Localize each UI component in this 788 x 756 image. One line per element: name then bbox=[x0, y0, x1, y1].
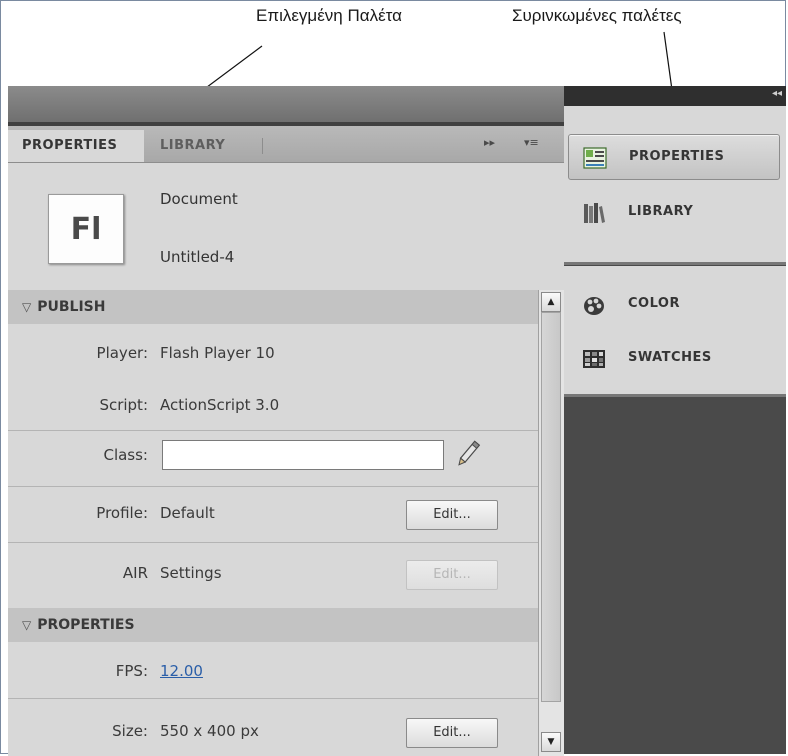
vertical-scrollbar[interactable]: ▲ ▼ bbox=[538, 290, 564, 756]
fps-value[interactable]: 12.00 bbox=[160, 662, 203, 680]
scroll-down-arrow-icon[interactable]: ▼ bbox=[541, 732, 561, 752]
tab-separator bbox=[262, 138, 263, 154]
panel-content: ▽ PUBLISH Player: Flash Player 10 Script:… bbox=[8, 290, 538, 756]
profile-value: Default bbox=[160, 504, 215, 522]
properties-icon bbox=[583, 147, 607, 169]
dock-group-color-swatches: COLOR SWATCHES bbox=[564, 266, 786, 397]
collapse-triangle-icon[interactable]: ▽ bbox=[22, 608, 31, 642]
library-icon bbox=[584, 203, 605, 223]
dock-item-library[interactable]: LIBRARY bbox=[568, 190, 780, 236]
size-edit-button[interactable]: Edit... bbox=[406, 718, 498, 748]
dock-label-library: LIBRARY bbox=[628, 204, 694, 219]
dock-group-properties-library: PROPERTIES LIBRARY bbox=[564, 106, 786, 265]
player-value: Flash Player 10 bbox=[160, 344, 275, 362]
dock-title-bar[interactable]: ◂◂ bbox=[564, 86, 786, 106]
row-divider bbox=[8, 486, 538, 487]
dock-item-color[interactable]: COLOR bbox=[568, 282, 780, 328]
panel-menu-icon[interactable]: ▾≡ bbox=[524, 136, 539, 149]
scroll-up-arrow-icon[interactable]: ▲ bbox=[541, 292, 561, 312]
properties-section-header[interactable]: ▽ PROPERTIES bbox=[8, 608, 538, 642]
panel-tab-row: PROPERTIES LIBRARY ▸▸ ▾≡ bbox=[8, 126, 564, 163]
air-settings-label: Settings bbox=[160, 564, 222, 582]
tab-library[interactable]: LIBRARY bbox=[154, 130, 264, 162]
color-icon bbox=[584, 297, 604, 315]
flash-document-icon: Fl bbox=[48, 194, 124, 264]
expand-panels-icon[interactable]: ◂◂ bbox=[772, 88, 782, 99]
properties-section-title: PROPERTIES bbox=[37, 617, 135, 633]
collapse-triangle-icon[interactable]: ▽ bbox=[22, 290, 31, 324]
fps-label: FPS: bbox=[115, 662, 148, 680]
dock-label-properties: PROPERTIES bbox=[629, 149, 725, 164]
profile-label: Profile: bbox=[96, 504, 148, 522]
class-label: Class: bbox=[103, 446, 148, 464]
air-settings-edit-button[interactable]: Edit... bbox=[406, 560, 498, 590]
collapsed-palettes-dock: ◂◂ PROPERTIES LIBRARY COLOR SWATCHES bbox=[564, 86, 786, 754]
properties-panel: PROPERTIES LIBRARY ▸▸ ▾≡ Fl Document Unt… bbox=[8, 126, 564, 756]
size-value: 550 x 400 px bbox=[160, 722, 259, 740]
dock-item-properties[interactable]: PROPERTIES bbox=[568, 134, 780, 180]
script-value: ActionScript 3.0 bbox=[160, 396, 280, 414]
dock-label-color: COLOR bbox=[628, 296, 680, 311]
publish-section-title: PUBLISH bbox=[37, 299, 106, 315]
row-divider bbox=[8, 698, 538, 699]
row-divider bbox=[8, 542, 538, 543]
size-label: Size: bbox=[112, 722, 148, 740]
swatches-icon bbox=[583, 350, 605, 368]
class-input[interactable] bbox=[162, 440, 444, 470]
profile-edit-button[interactable]: Edit... bbox=[406, 500, 498, 530]
collapse-to-icons-icon[interactable]: ▸▸ bbox=[484, 136, 495, 149]
script-label: Script: bbox=[99, 396, 148, 414]
edit-class-pencil-icon[interactable] bbox=[454, 438, 482, 470]
publish-section-header[interactable]: ▽ PUBLISH bbox=[8, 290, 538, 324]
air-label: AIR bbox=[122, 564, 148, 582]
dock-item-swatches[interactable]: SWATCHES bbox=[568, 336, 780, 382]
document-name: Untitled-4 bbox=[160, 248, 235, 266]
tab-properties[interactable]: PROPERTIES bbox=[8, 130, 144, 162]
document-type: Document bbox=[160, 190, 238, 208]
scrollbar-thumb[interactable] bbox=[541, 312, 561, 702]
row-divider bbox=[8, 430, 538, 431]
player-label: Player: bbox=[96, 344, 148, 362]
panel-title-bar[interactable] bbox=[8, 86, 564, 124]
dock-label-swatches: SWATCHES bbox=[628, 350, 712, 365]
